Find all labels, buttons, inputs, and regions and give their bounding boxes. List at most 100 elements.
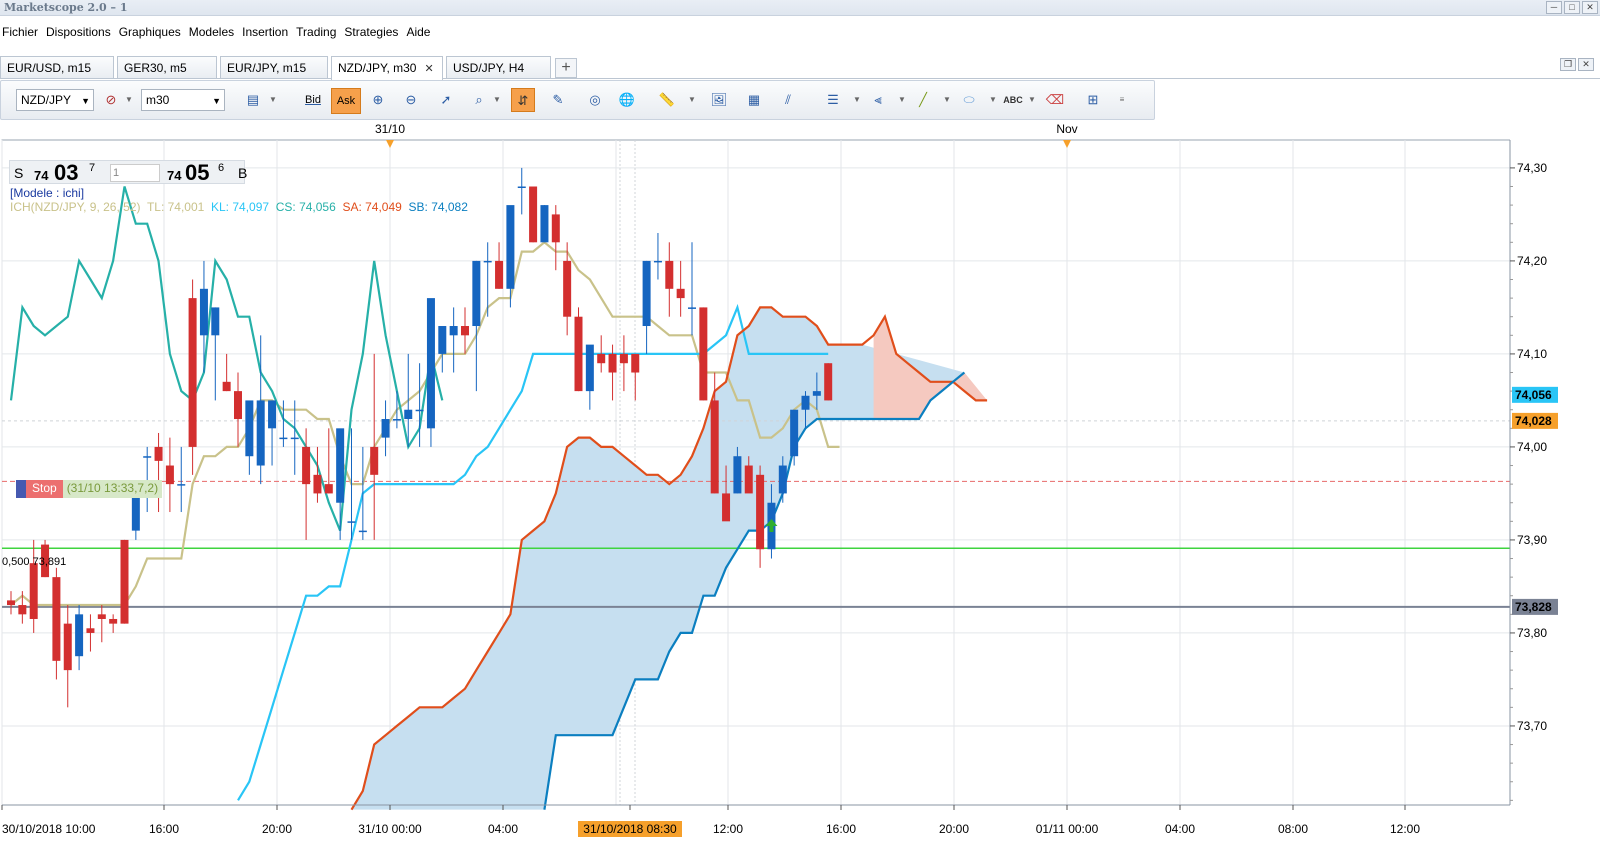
candle-body bbox=[63, 623, 72, 671]
dropdown-icon[interactable]: ▼ bbox=[491, 88, 503, 112]
menu-modeles[interactable]: Modeles bbox=[187, 22, 240, 42]
time-tick-label: 20:00 bbox=[939, 822, 969, 836]
menu-graphiques[interactable]: Graphiques bbox=[117, 22, 187, 42]
dropdown-icon[interactable]: ▼ bbox=[267, 88, 279, 112]
parallel-lines-icon[interactable]: ⫽ bbox=[776, 88, 800, 112]
sell-price[interactable]: 03 bbox=[54, 160, 78, 186]
candle bbox=[188, 279, 197, 475]
dropdown-icon[interactable]: ▼ bbox=[123, 88, 135, 112]
fan-icon[interactable]: ⫷ bbox=[866, 88, 890, 112]
price-axis: 74,30 74,20 74,10 74,00 73,90 73,80 73,70 74,05… bbox=[1509, 122, 1600, 822]
candle-body bbox=[733, 456, 742, 494]
tab-label: EUR/USD, m15 bbox=[7, 61, 92, 75]
crosshair-icon[interactable]: ⊘ bbox=[99, 88, 123, 112]
candle-body bbox=[222, 381, 231, 392]
close-button[interactable]: ✕ bbox=[1582, 1, 1598, 14]
globe-icon[interactable]: 🌐 bbox=[615, 88, 639, 112]
price-chart[interactable]: 74,30 74,20 74,10 74,00 73,90 73,80 73,70 74,05… bbox=[0, 122, 1600, 864]
overflow-icon[interactable]: ≡ bbox=[1116, 88, 1128, 112]
restore-chart-icon[interactable]: ❐ bbox=[1560, 58, 1576, 71]
horizontal-lines-icon[interactable]: ☰ bbox=[821, 88, 845, 112]
candle-body bbox=[245, 400, 254, 457]
tab-eur-jpy-m15[interactable]: EUR/JPY, m15 bbox=[220, 56, 328, 78]
time-tick-label: 12:00 bbox=[713, 822, 743, 836]
time-tick-label: 16:00 bbox=[149, 822, 179, 836]
ellipse-icon[interactable]: ⬭ bbox=[957, 88, 981, 112]
ruler-icon[interactable]: 📏 bbox=[655, 88, 679, 112]
cursor-icon[interactable]: ➚ bbox=[434, 88, 458, 112]
dropdown-icon[interactable]: ▼ bbox=[851, 88, 863, 112]
tab-label: USD/JPY, H4 bbox=[453, 61, 525, 75]
menu-trading[interactable]: Trading bbox=[294, 22, 342, 42]
time-tick-label: 04:00 bbox=[1165, 822, 1195, 836]
price-label-text: 74,028 bbox=[1515, 414, 1552, 428]
stop-handle[interactable] bbox=[16, 480, 26, 498]
symbol-select[interactable]: NZD/JPY ▼ bbox=[16, 89, 94, 111]
eraser-icon[interactable]: ⌫ bbox=[1043, 88, 1067, 112]
candle-body bbox=[256, 400, 265, 466]
dropdown-icon[interactable]: ▼ bbox=[896, 88, 908, 112]
zoom-in-icon[interactable]: ⊕ bbox=[366, 88, 390, 112]
minimize-button[interactable]: ─ bbox=[1546, 1, 1562, 14]
candle-body bbox=[302, 446, 311, 485]
menu-aide[interactable]: Aide bbox=[404, 22, 436, 42]
candle-body bbox=[438, 326, 447, 354]
tab-eur-usd-m15[interactable]: EUR/USD, m15 bbox=[0, 56, 114, 78]
ask-button[interactable]: Ask bbox=[331, 88, 361, 114]
amount-input[interactable]: 1 bbox=[110, 164, 160, 182]
stop-info: (31/10 13:33,7,2) bbox=[62, 480, 163, 498]
tab-usd-jpy-h4[interactable]: USD/JPY, H4 bbox=[446, 56, 551, 78]
candle-body bbox=[392, 419, 401, 421]
tab-label: NZD/JPY, m30 bbox=[338, 61, 417, 75]
close-chart-icon[interactable]: ✕ bbox=[1578, 58, 1594, 71]
menu-fichier[interactable]: Fichier bbox=[0, 22, 44, 42]
time-tick-label: 31/10/2018 08:30 bbox=[583, 822, 677, 836]
tab-ger30-m5[interactable]: GER30, m5 bbox=[117, 56, 217, 78]
menu-dispositions[interactable]: Dispositions bbox=[44, 22, 117, 42]
properties-icon[interactable]: ✎ bbox=[546, 88, 570, 112]
buy-label[interactable]: B bbox=[238, 165, 247, 181]
stop-order-tag[interactable]: Stop (31/10 13:33,7,2) bbox=[16, 480, 163, 498]
menu-strategies[interactable]: Strategies bbox=[342, 22, 404, 42]
candle-body bbox=[86, 628, 95, 633]
stop-label[interactable]: Stop bbox=[26, 480, 63, 498]
timeframe-select[interactable]: m30 ▼ bbox=[141, 89, 225, 111]
candle-body bbox=[551, 214, 560, 243]
candle-body bbox=[404, 409, 413, 420]
candle-body bbox=[506, 205, 515, 289]
bid-button[interactable]: Bid bbox=[298, 88, 328, 112]
candle-body bbox=[18, 605, 27, 615]
text-icon[interactable]: ABC bbox=[1001, 88, 1025, 112]
chart-area[interactable]: 74,30 74,20 74,10 74,00 73,90 73,80 73,70 74,05… bbox=[0, 122, 1600, 864]
broadcast-icon[interactable]: ◎ bbox=[583, 88, 607, 112]
sell-label[interactable]: S bbox=[14, 165, 23, 181]
time-tick-label: 01/11 00:00 bbox=[1036, 822, 1099, 836]
dropdown-icon[interactable]: ▼ bbox=[1026, 88, 1038, 112]
zoom-area-icon[interactable]: ⌕ bbox=[467, 88, 491, 112]
menu-insertion[interactable]: Insertion bbox=[240, 22, 294, 42]
maximize-button[interactable]: □ bbox=[1564, 1, 1580, 14]
candle-body bbox=[699, 307, 708, 401]
sell-prefix[interactable]: 74 bbox=[34, 168, 48, 183]
autoscroll-icon[interactable]: ⇵ bbox=[511, 88, 535, 112]
image-icon[interactable]: 🖼 bbox=[707, 88, 731, 112]
candle-body bbox=[778, 465, 787, 494]
chart-type-icon[interactable]: ▤ bbox=[241, 88, 265, 112]
trendline-icon[interactable]: ╱ bbox=[911, 88, 935, 112]
candle-body bbox=[824, 363, 833, 401]
hierarchy-icon[interactable]: ⊞ bbox=[1081, 88, 1105, 112]
dropdown-icon[interactable]: ▼ bbox=[941, 88, 953, 112]
add-tab-button[interactable]: + bbox=[555, 58, 577, 78]
dropdown-icon[interactable]: ▼ bbox=[686, 88, 698, 112]
candle-body bbox=[7, 600, 15, 606]
indicator-icon[interactable]: ▦ bbox=[742, 88, 766, 112]
dropdown-icon[interactable]: ▼ bbox=[987, 88, 999, 112]
candle-body bbox=[154, 446, 163, 461]
buy-price[interactable]: 05 bbox=[185, 160, 209, 186]
candle-body bbox=[653, 260, 662, 263]
buy-prefix[interactable]: 74 bbox=[167, 168, 181, 183]
tab-nzd-jpy-m30[interactable]: NZD/JPY, m30 ✕ bbox=[331, 56, 443, 80]
candle-body bbox=[131, 493, 140, 531]
tab-close-icon[interactable]: ✕ bbox=[424, 63, 433, 75]
zoom-out-icon[interactable]: ⊖ bbox=[399, 88, 423, 112]
